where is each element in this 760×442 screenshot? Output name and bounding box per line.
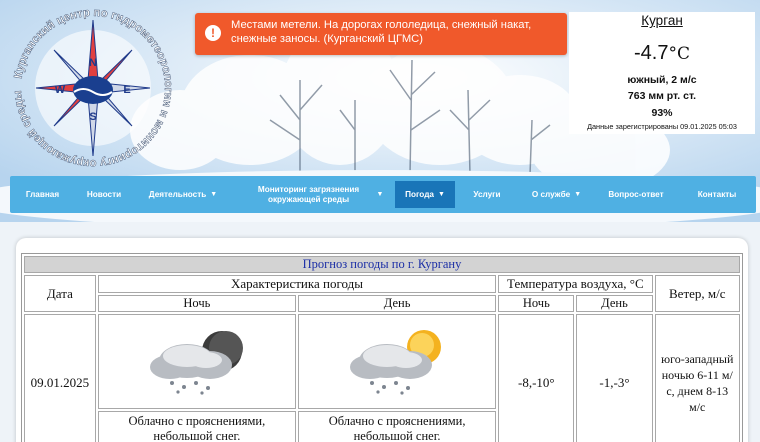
forecast-table: Прогноз погоды по г. Кургану Дата Характ…: [21, 253, 743, 442]
compass-n: N: [89, 57, 97, 69]
current-city-link[interactable]: Курган: [569, 13, 755, 28]
weather-alert-banner: ! Местами метели. На дорогах гололедица,…: [195, 13, 567, 55]
day-weather-icon-cell: [297, 314, 497, 409]
chevron-down-icon: ▼: [210, 190, 218, 198]
nav-item-home[interactable]: Главная: [10, 176, 75, 213]
header-day-temperature: День: [576, 295, 653, 312]
forecast-title: Прогноз погоды по г. Кургану: [24, 256, 740, 273]
cloud-snow-moon-icon: [149, 331, 243, 395]
data-registered-time: Данные зарегистрированы 09.01.2025 05:03: [587, 122, 737, 131]
temp-value: -4.7: [634, 42, 669, 64]
header-night-temperature: Ночь: [498, 295, 575, 312]
organization-logo[interactable]: Курганский центр по гидрометеорологии и …: [6, 2, 181, 174]
header-day-characteristics: День: [297, 295, 497, 312]
night-description: Облачно с прояснениями, небольшой снег.: [97, 411, 296, 442]
nav-item-services[interactable]: Услуги: [455, 176, 519, 213]
night-weather-icon-cell: [97, 314, 296, 409]
compass-s: S: [89, 111, 96, 123]
header-characteristics: Характеристика погоды: [97, 275, 497, 293]
header-wind: Ветер, м/с: [654, 275, 740, 312]
nav-item-news[interactable]: Новости: [75, 176, 133, 213]
header-temperature: Температура воздуха, °C: [498, 275, 653, 293]
alert-text: Местами метели. На дорогах гололедица, с…: [231, 19, 532, 45]
wind-value: юго-западный ночью 6-11 м/с, днем 8-13 м…: [654, 314, 740, 442]
main-content-panel: Прогноз погоды по г. Кургану Дата Характ…: [16, 238, 748, 442]
current-wind: южный, 2 м/с: [627, 74, 697, 86]
current-pressure: 763 мм рт. ст.: [627, 90, 697, 102]
table-row: 09.01.2025 -8,-10° -1,-3° юго-западный н…: [24, 314, 740, 442]
compass-w: W: [55, 84, 66, 96]
day-temperature-value: -1,-3°: [576, 314, 653, 442]
nav-item-weather[interactable]: Погода ▼: [395, 181, 455, 208]
exclamation-icon: !: [205, 25, 221, 41]
nav-item-faq[interactable]: Вопрос-ответ: [594, 176, 678, 213]
header-night-characteristics: Ночь: [97, 295, 296, 312]
nav-item-contacts[interactable]: Контакты: [678, 176, 756, 213]
current-weather-panel: Курган -4.7°C южный, 2 м/с 763 мм рт. ст…: [569, 12, 755, 134]
nav-item-pollution-monitoring[interactable]: Мониторинг загрязнения окружающей среды ▼: [233, 176, 395, 213]
chevron-down-icon: ▼: [437, 190, 445, 198]
chevron-down-icon: ▼: [376, 190, 384, 198]
chevron-down-icon: ▼: [574, 190, 582, 198]
header-date: Дата: [24, 275, 96, 312]
night-temperature-value: -8,-10°: [498, 314, 575, 442]
current-humidity: 93%: [651, 107, 673, 119]
temp-unit: °C: [668, 44, 690, 64]
forecast-date: 09.01.2025: [24, 314, 96, 442]
compass-e: E: [123, 84, 130, 96]
main-navigation: Главная Новости Деятельность ▼ Мониторинг…: [10, 176, 756, 213]
current-temperature: -4.7°C: [569, 42, 755, 65]
cloud-snow-sun-icon: [350, 330, 442, 395]
nav-item-activity[interactable]: Деятельность ▼: [133, 176, 233, 213]
day-description: Облачно с прояснениями, небольшой снег.: [297, 411, 497, 442]
nav-item-about[interactable]: О службе ▼: [519, 176, 594, 213]
